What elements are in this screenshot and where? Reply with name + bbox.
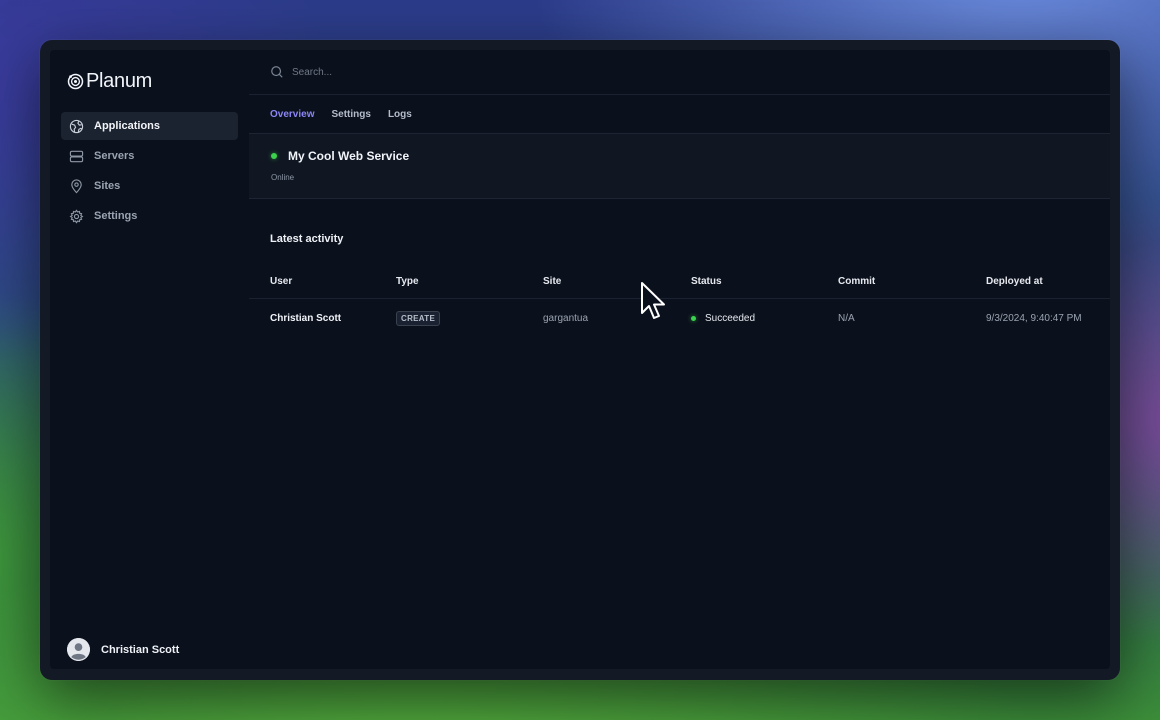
cell-commit: N/A: [838, 312, 855, 324]
tab-logs[interactable]: Logs: [388, 109, 412, 120]
user-name: Christian Scott: [101, 643, 180, 656]
sidebar-item-settings[interactable]: Settings: [61, 202, 238, 230]
column-header-commit: Commit: [838, 265, 986, 299]
column-header-deployed-at: Deployed at: [986, 265, 1110, 299]
search-icon: [271, 66, 283, 78]
sidebar-item-servers[interactable]: Servers: [61, 142, 238, 170]
user-profile[interactable]: Christian Scott: [67, 638, 179, 661]
column-header-user: User: [249, 265, 396, 299]
cell-type: CREATE: [396, 298, 543, 338]
app-card: My Cool Web Service Online: [249, 133, 1110, 199]
sidebar-item-sites[interactable]: Sites: [61, 172, 238, 200]
sidebar-item-label: Settings: [94, 210, 138, 222]
table-row[interactable]: Christian Scott CREATE gargantua Succeed…: [249, 298, 1110, 338]
planum-logo-icon: [67, 73, 84, 89]
sidebar-item-label: Applications: [94, 120, 161, 132]
activity-table: User Type Site Status Commit Deployed at…: [249, 265, 1110, 338]
search-bar: [249, 50, 1110, 95]
cell-deployed-at: 9/3/2024, 9:40:47 PM: [986, 312, 1082, 324]
globe-icon: [69, 119, 84, 133]
app-status: Online: [271, 173, 295, 182]
brand-name: Planum: [86, 69, 153, 92]
sidebar-nav: Applications Servers Sites Settings: [61, 112, 238, 230]
sidebar-item-label: Sites: [94, 180, 121, 192]
sidebar-item-applications[interactable]: Applications: [61, 112, 238, 140]
tab-settings[interactable]: Settings: [331, 109, 370, 120]
table-header-row: User Type Site Status Commit Deployed at: [249, 265, 1110, 299]
app-title: My Cool Web Service: [288, 149, 410, 163]
succeeded-status-dot: [691, 315, 696, 321]
section-title: Latest activity: [270, 233, 344, 245]
column-header-status: Status: [691, 265, 838, 299]
status-text: Succeeded: [705, 312, 756, 324]
tab-overview[interactable]: Overview: [270, 109, 314, 120]
cell-status: Succeeded: [691, 298, 838, 338]
gear-icon: [69, 208, 84, 224]
main-content: Overview Settings Logs My Cool Web Servi…: [249, 50, 1110, 669]
search-input[interactable]: [292, 66, 592, 78]
tab-bar: Overview Settings Logs: [249, 95, 1110, 133]
brand[interactable]: Planum: [61, 50, 238, 112]
sidebar-item-label: Servers: [94, 150, 135, 162]
sidebar: Planum Applications Servers Sites Settin…: [50, 50, 249, 669]
mouse-pointer-icon: [641, 282, 665, 319]
app-shell: Planum Applications Servers Sites Settin…: [50, 50, 1110, 669]
server-icon: [69, 150, 84, 162]
column-header-type: Type: [396, 265, 543, 299]
type-badge: CREATE: [396, 310, 441, 326]
app-window: Planum Applications Servers Sites Settin…: [40, 40, 1120, 680]
user-avatar-icon: [67, 638, 90, 661]
cell-user: Christian Scott: [270, 312, 342, 324]
online-status-dot: [271, 153, 277, 159]
map-pin-icon: [71, 178, 82, 193]
